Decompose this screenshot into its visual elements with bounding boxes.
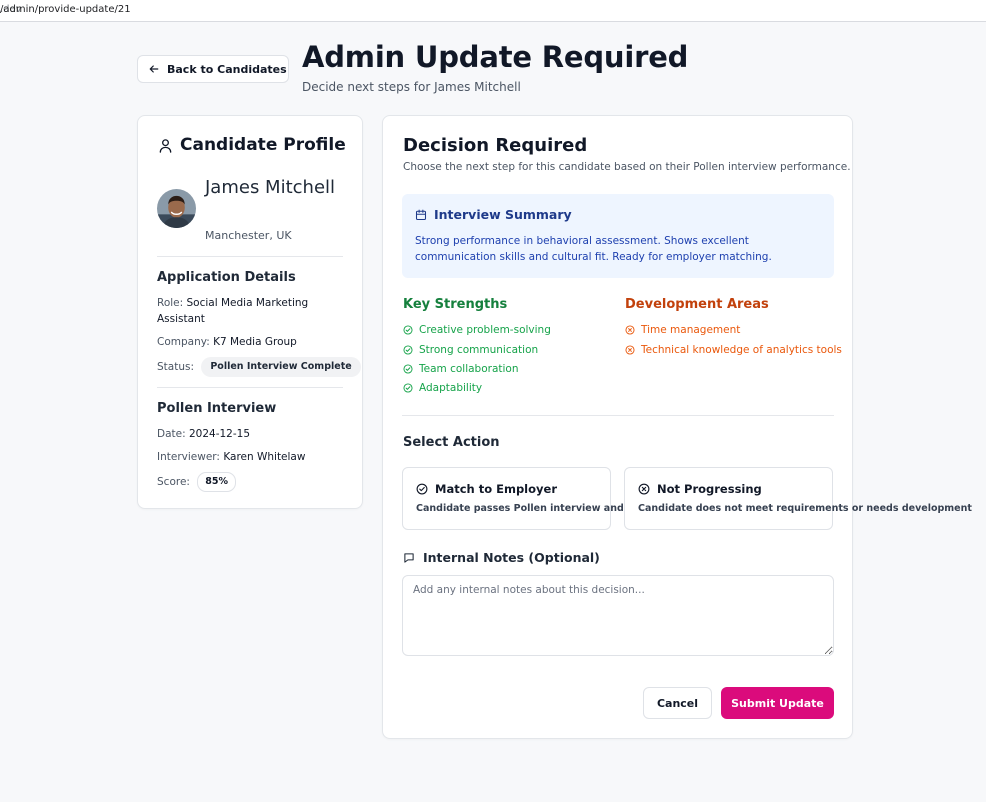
strength-item: Strong communication [403,344,538,356]
check-circle-icon [416,483,428,495]
score-row: Score: 85% [157,472,237,492]
interview-date-row: Date: 2024-12-15 [157,428,251,440]
check-circle-icon [403,364,413,374]
divider [157,387,343,388]
strength-item: Adaptability [403,382,482,394]
development-item: Technical knowledge of analytics tools [625,344,842,356]
calendar-icon [415,209,427,220]
not-progressing-description: Candidate does not meet requirements or … [638,503,972,514]
decision-subtitle: Choose the next step for this candidate … [403,161,851,173]
interviewer-row: Interviewer: Karen Whitelaw [157,451,306,463]
check-circle-icon [403,383,413,393]
divider [157,256,343,257]
interview-summary-box: Interview Summary Strong performance in … [402,194,834,278]
submit-update-button[interactable]: Submit Update [721,687,834,719]
check-circle-icon [403,325,413,335]
match-to-employer-title: Match to Employer [416,482,557,496]
key-strengths-heading: Key Strengths [403,297,508,312]
x-circle-icon [638,483,650,495]
not-progressing-title: Not Progressing [638,482,762,496]
not-progressing-option[interactable]: Not Progressing Candidate does not meet … [624,467,972,530]
company-value: K7 Media Group [213,336,297,348]
user-icon [159,138,172,153]
interviewer-value: Karen Whitelaw [223,451,306,463]
status-row: Status: Pollen Interview Complete [157,357,361,377]
x-circle-icon [625,345,635,355]
cancel-button[interactable]: Cancel [643,687,712,719]
interview-summary-title: Interview Summary [415,207,572,222]
internal-notes-label: Internal Notes (Optional) [403,550,600,565]
interview-date-value: 2024-12-15 [188,428,251,440]
check-circle-icon [403,345,413,355]
development-item: Time management [625,324,740,336]
decision-title: Decision Required [403,135,588,156]
decision-card: Decision Required Choose the next step f… [382,115,972,739]
pollen-interview-heading: Pollen Interview [157,401,277,416]
interview-summary-text: Strong performance in behavioral assessm… [415,235,772,263]
strength-item: Team collaboration [403,363,519,375]
candidate-location: Manchester, UK [205,229,292,242]
score-badge: 85% [197,472,237,492]
x-circle-icon [625,325,635,335]
arrow-left-icon [149,65,159,73]
page-subtitle: Decide next steps for James Mitchell [302,80,521,94]
candidate-profile-card: Candidate Profile James Mitchell Manches… [137,115,363,509]
page-title: Admin Update Required [302,40,689,74]
browser-address-bar[interactable]: .dev/admin/provide-update/21 [0,0,986,22]
avatar [157,189,196,228]
back-button-label: Back to Candidates [167,62,287,76]
internal-notes-textarea[interactable] [402,575,834,656]
back-to-candidates-button[interactable]: Back to Candidates [137,55,289,83]
candidate-name: James Mitchell [205,177,336,198]
divider [402,415,834,416]
company-row: Company: K7 Media Group [157,336,297,348]
status-badge: Pollen Interview Complete [201,357,361,377]
strength-item: Creative problem-solving [403,324,551,336]
match-to-employer-option[interactable]: Match to Employer Candidate passes Polle… [402,467,781,530]
profile-heading: Candidate Profile [158,135,346,155]
application-details-heading: Application Details [157,270,296,285]
development-areas-heading: Development Areas [625,297,769,312]
profile-heading-label: Candidate Profile [180,135,346,155]
select-action-heading: Select Action [403,435,500,450]
role-row: Role: Social Media Marketing Assistant [157,297,309,325]
message-square-icon [404,552,414,563]
